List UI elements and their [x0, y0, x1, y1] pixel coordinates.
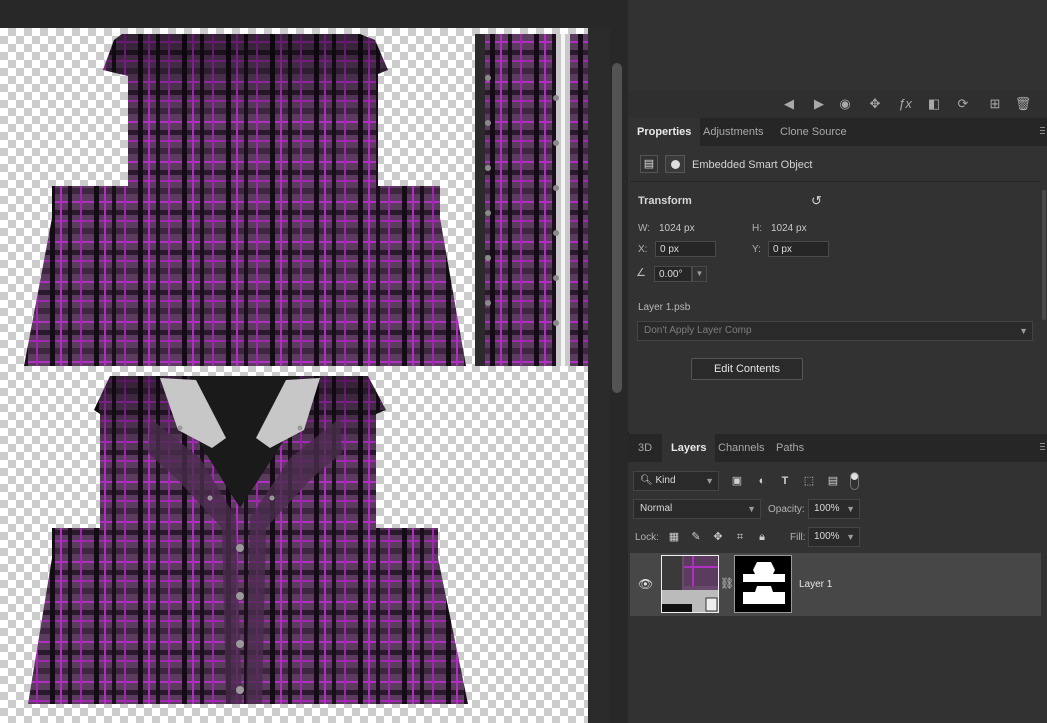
visibility-eye-icon[interactable]: 👁︎ [638, 577, 653, 591]
opacity-value: 100% [814, 503, 840, 514]
properties-scrollbar[interactable] [1042, 190, 1046, 320]
tab-channels[interactable]: Channels [709, 434, 773, 462]
transform-section-title: Transform [638, 195, 692, 207]
filter-search-icon: 🔍︎ [640, 475, 656, 486]
lock-label: Lock: [635, 532, 659, 543]
tab-adjustments[interactable]: Adjustments [694, 118, 773, 146]
step-forward-icon[interactable]: ▶ [810, 95, 828, 113]
filter-pixel-icon[interactable]: ▣ [729, 473, 745, 489]
layer-mask-thumbnail[interactable] [734, 555, 792, 613]
document-canvas[interactable] [0, 28, 588, 723]
y-position-field[interactable]: 0 px [768, 241, 829, 257]
chevron-down-icon: ▼ [1019, 326, 1028, 336]
layer-filter-dropdown[interactable]: 🔍︎ Kind ▼ [633, 471, 719, 491]
smart-object-type-label: Embedded Smart Object [692, 159, 813, 171]
chevron-down-icon: ▼ [747, 504, 756, 514]
width-value[interactable]: 1024 px [659, 223, 695, 234]
filter-kind-value: Kind [655, 475, 676, 486]
tab-clone-source[interactable]: Clone Source [771, 118, 856, 146]
angle-chevron-down-icon[interactable]: ▼ [692, 266, 707, 282]
fill-label: Fill: [790, 532, 806, 543]
layer-row[interactable]: 👁︎ ⛓︎ Layer 1 [630, 553, 1041, 616]
filter-type-icon[interactable]: T [777, 473, 793, 489]
mask-icon[interactable]: ◧ [925, 95, 943, 113]
layer-mask-icon[interactable] [665, 155, 685, 173]
layer-thumbnail[interactable] [661, 555, 719, 613]
width-label: W: [638, 223, 651, 234]
blend-mode-dropdown[interactable]: Normal ▼ [633, 499, 761, 519]
panel-menu-icon[interactable] [1040, 127, 1045, 137]
height-value[interactable]: 1024 px [771, 223, 807, 234]
height-label: H: [752, 223, 762, 234]
layers-panel-menu-icon[interactable] [1040, 443, 1045, 453]
angle-icon: ∠ [636, 267, 646, 279]
layer-comp-dropdown[interactable]: Don't Apply Layer Comp ▼ [637, 321, 1033, 341]
fill-field[interactable]: 100% ▼ [808, 527, 860, 547]
visibility-icon[interactable]: ◉ [836, 95, 854, 113]
trash-icon[interactable]: 🗑 [1014, 95, 1032, 113]
blend-mode-value: Normal [640, 503, 673, 514]
lock-position-icon[interactable]: ✥ [710, 529, 726, 545]
fill-value: 100% [814, 531, 840, 542]
lock-transparency-icon[interactable]: ▦ [666, 529, 682, 545]
x-label: X: [638, 244, 648, 255]
mask-link-chain-icon[interactable]: ⛓︎ [720, 577, 734, 590]
tab-properties[interactable]: Properties [628, 118, 701, 146]
step-back-icon[interactable]: ◀ [780, 95, 798, 113]
shirt-texture-artwork [24, 34, 588, 704]
filter-toggle-switch[interactable] [850, 472, 859, 490]
layers-tab-bar: 3D Layers Channels Paths [628, 434, 1047, 462]
opacity-label: Opacity: [768, 504, 805, 515]
filter-shape-icon[interactable]: ⬚ [801, 473, 817, 489]
new-layer-icon[interactable]: ⊞ [986, 95, 1004, 113]
canvas-scroll-thumb[interactable] [612, 63, 622, 393]
filter-smart-object-icon[interactable]: ▤ [825, 473, 841, 489]
mask-shape [743, 562, 785, 604]
opacity-field[interactable]: 100% ▼ [808, 499, 860, 519]
angle-field[interactable]: 0.00° [654, 266, 692, 282]
layer-name[interactable]: Layer 1 [799, 579, 832, 590]
tab-paths[interactable]: Paths [767, 434, 813, 462]
chevron-down-icon: ▼ [846, 504, 855, 514]
properties-tab-bar: Properties Adjustments Clone Source [628, 118, 1047, 146]
lock-all-icon[interactable]: 🔒︎ [754, 529, 770, 545]
y-label: Y: [752, 244, 761, 255]
edit-contents-button[interactable]: Edit Contents [691, 358, 803, 380]
linked-file-name: Layer 1.psb [638, 302, 691, 313]
lock-artboard-icon[interactable]: ⌗ [732, 529, 748, 545]
collapsed-top-panel [628, 0, 1047, 90]
divider [630, 181, 1041, 182]
layer-comp-value: Don't Apply Layer Comp [644, 325, 752, 336]
x-position-field[interactable]: 0 px [655, 241, 716, 257]
move-arrows-icon[interactable]: ✥ [866, 95, 884, 113]
tab-layers[interactable]: Layers [662, 434, 716, 462]
properties-panel-body [628, 146, 1047, 432]
chevron-down-icon: ▼ [705, 476, 714, 486]
layer-thumbnail-image [662, 556, 718, 612]
chevron-down-icon: ▼ [846, 532, 855, 542]
smart-object-file-icon[interactable]: ▤ [640, 155, 658, 173]
tab-3d[interactable]: 3D [629, 434, 661, 462]
reset-transform-icon[interactable]: ↺ [811, 193, 822, 209]
canvas-vertical-scrollbar[interactable] [588, 28, 610, 723]
filter-adjustment-icon[interactable]: ◐ [754, 473, 770, 489]
refresh-icon[interactable]: ⟳ [954, 95, 972, 113]
fx-icon[interactable]: ƒx [896, 95, 914, 113]
lock-pixels-brush-icon[interactable]: ✎ [688, 529, 704, 545]
